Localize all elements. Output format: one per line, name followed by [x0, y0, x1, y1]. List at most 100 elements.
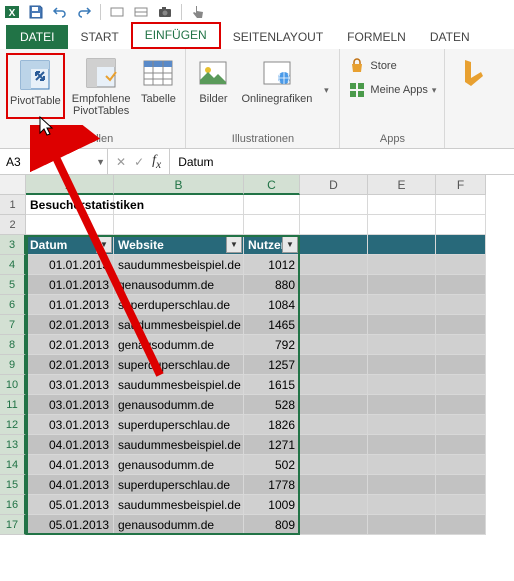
name-box-dropdown-icon[interactable]: ▼ — [96, 157, 105, 167]
cell-C5[interactable]: 880 — [244, 275, 300, 295]
cell-D14[interactable] — [300, 455, 368, 475]
cell-C6[interactable]: 1084 — [244, 295, 300, 315]
cell-F16[interactable] — [436, 495, 486, 515]
cell-E7[interactable] — [368, 315, 436, 335]
cell-C3[interactable]: Nutzer▼ — [244, 235, 300, 255]
col-header-B[interactable]: B — [114, 175, 244, 195]
cell-A7[interactable]: 02.01.2013 — [26, 315, 114, 335]
cell-C8[interactable]: 792 — [244, 335, 300, 355]
cell-C2[interactable] — [244, 215, 300, 235]
pivottable-button[interactable]: PivotTable — [6, 53, 65, 119]
cell-B13[interactable]: saudummesbeispiel.de — [114, 435, 244, 455]
cell-A1[interactable]: Besucherstatistiken — [26, 195, 114, 215]
formula-input[interactable]: Datum — [170, 149, 514, 174]
cell-E16[interactable] — [368, 495, 436, 515]
cell-E17[interactable] — [368, 515, 436, 535]
store-button[interactable]: Store — [348, 57, 436, 75]
tab-daten[interactable]: DATEN — [418, 26, 482, 49]
cell-A2[interactable] — [26, 215, 114, 235]
select-all-corner[interactable] — [0, 175, 26, 195]
cell-D8[interactable] — [300, 335, 368, 355]
col-header-E[interactable]: E — [368, 175, 436, 195]
row-header-9[interactable]: 9 — [0, 355, 26, 375]
cell-A15[interactable]: 04.01.2013 — [26, 475, 114, 495]
cell-F3[interactable] — [436, 235, 486, 255]
qat-unknown1-icon[interactable] — [109, 4, 125, 20]
cell-E3[interactable] — [368, 235, 436, 255]
cell-B1[interactable] — [114, 195, 244, 215]
col-header-A[interactable]: A — [26, 175, 114, 195]
tab-start[interactable]: START — [68, 26, 130, 49]
fx-icon[interactable]: fx — [152, 153, 161, 171]
cell-A12[interactable]: 03.01.2013 — [26, 415, 114, 435]
cell-B3[interactable]: Website▼ — [114, 235, 244, 255]
my-apps-button[interactable]: Meine Apps ▾ — [348, 81, 436, 99]
row-header-15[interactable]: 15 — [0, 475, 26, 495]
online-pictures-button[interactable]: Onlinegrafiken — [238, 53, 315, 107]
cell-E10[interactable] — [368, 375, 436, 395]
enter-icon[interactable]: ✓ — [134, 155, 144, 169]
cell-B16[interactable]: saudummesbeispiel.de — [114, 495, 244, 515]
row-header-7[interactable]: 7 — [0, 315, 26, 335]
cell-A9[interactable]: 02.01.2013 — [26, 355, 114, 375]
cell-C14[interactable]: 502 — [244, 455, 300, 475]
pictures-button[interactable]: Bilder — [192, 53, 234, 107]
qat-unknown2-icon[interactable] — [133, 4, 149, 20]
cell-D1[interactable] — [300, 195, 368, 215]
cell-D7[interactable] — [300, 315, 368, 335]
row-header-1[interactable]: 1 — [0, 195, 26, 215]
illustrations-more-button[interactable]: ▾ — [319, 53, 333, 107]
cell-F12[interactable] — [436, 415, 486, 435]
cell-E1[interactable] — [368, 195, 436, 215]
cell-D13[interactable] — [300, 435, 368, 455]
cell-A10[interactable]: 03.01.2013 — [26, 375, 114, 395]
cell-D17[interactable] — [300, 515, 368, 535]
cell-B12[interactable]: superduperschlau.de — [114, 415, 244, 435]
row-header-3[interactable]: 3 — [0, 235, 26, 255]
cell-B17[interactable]: genausodumm.de — [114, 515, 244, 535]
bing-button[interactable] — [451, 53, 493, 95]
redo-icon[interactable] — [76, 4, 92, 20]
cell-F17[interactable] — [436, 515, 486, 535]
col-header-F[interactable]: F — [436, 175, 486, 195]
cell-D15[interactable] — [300, 475, 368, 495]
cell-A14[interactable]: 04.01.2013 — [26, 455, 114, 475]
row-header-13[interactable]: 13 — [0, 435, 26, 455]
cell-B4[interactable]: saudummesbeispiel.de — [114, 255, 244, 275]
name-box[interactable]: A3 ▼ — [0, 149, 108, 174]
cell-F9[interactable] — [436, 355, 486, 375]
cell-A13[interactable]: 04.01.2013 — [26, 435, 114, 455]
cell-A16[interactable]: 05.01.2013 — [26, 495, 114, 515]
row-header-2[interactable]: 2 — [0, 215, 26, 235]
cell-E9[interactable] — [368, 355, 436, 375]
cell-C4[interactable]: 1012 — [244, 255, 300, 275]
cell-E4[interactable] — [368, 255, 436, 275]
cell-D11[interactable] — [300, 395, 368, 415]
cell-A4[interactable]: 01.01.2013 — [26, 255, 114, 275]
row-header-8[interactable]: 8 — [0, 335, 26, 355]
cell-E8[interactable] — [368, 335, 436, 355]
row-header-4[interactable]: 4 — [0, 255, 26, 275]
spreadsheet-grid[interactable]: A B C D E F 1 Besucherstatistiken 2 3 Da… — [0, 175, 514, 535]
tab-seitenlayout[interactable]: SEITENLAYOUT — [221, 26, 335, 49]
cell-F14[interactable] — [436, 455, 486, 475]
cell-C13[interactable]: 1271 — [244, 435, 300, 455]
row-header-16[interactable]: 16 — [0, 495, 26, 515]
cell-F8[interactable] — [436, 335, 486, 355]
tab-einfuegen[interactable]: EINFÜGEN — [131, 22, 221, 49]
cell-F2[interactable] — [436, 215, 486, 235]
cell-B15[interactable]: superduperschlau.de — [114, 475, 244, 495]
cell-E13[interactable] — [368, 435, 436, 455]
cell-E11[interactable] — [368, 395, 436, 415]
cell-A11[interactable]: 03.01.2013 — [26, 395, 114, 415]
cell-B11[interactable]: genausodumm.de — [114, 395, 244, 415]
filter-button-nutzer[interactable]: ▼ — [282, 236, 298, 253]
cell-D10[interactable] — [300, 375, 368, 395]
col-header-C[interactable]: C — [244, 175, 300, 195]
cell-F10[interactable] — [436, 375, 486, 395]
cell-A3[interactable]: Datum▼ — [26, 235, 114, 255]
row-header-11[interactable]: 11 — [0, 395, 26, 415]
cell-C12[interactable]: 1826 — [244, 415, 300, 435]
cell-E5[interactable] — [368, 275, 436, 295]
cell-D2[interactable] — [300, 215, 368, 235]
